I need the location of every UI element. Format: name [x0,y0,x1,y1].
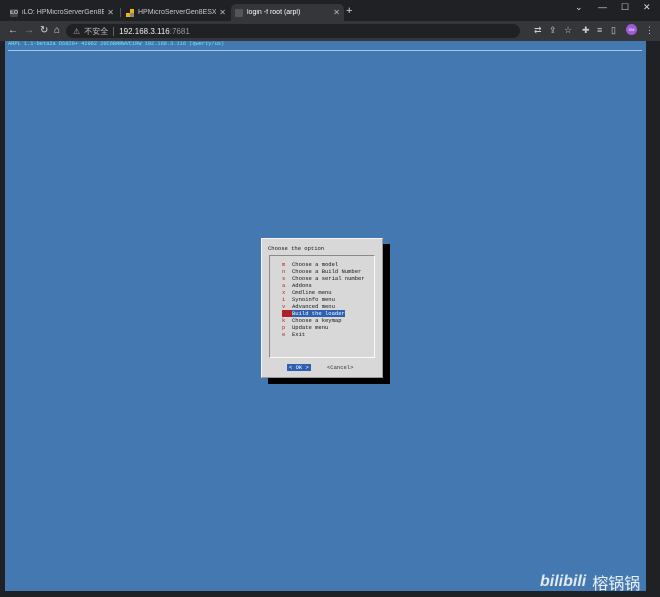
menu-item-serial[interactable]: s Choose a serial number [282,275,365,282]
terminal-status-line: ARPL 1.1-beta2a DS920+ 42962 20C6BNRWVC1… [8,41,225,47]
watermark: bilibili 榕锅锅 [540,570,658,594]
side-panel-icon[interactable]: ▯ [611,25,616,36]
cancel-button[interactable]: <Cancel> [327,364,353,371]
hotkey: m [282,261,286,268]
hotkey: k [282,317,286,324]
watermark-author: 榕锅锅 [592,576,641,593]
back-icon[interactable]: ← [8,25,18,37]
menu-item-model[interactable]: m Choose a model [282,261,338,268]
hotkey: p [282,324,286,331]
menu-list: m Choose a model n Choose a Build Number s… [269,255,375,358]
extensions-icon[interactable]: ✚ [582,25,590,36]
menu-label: Advanced menu [292,303,335,310]
menu-label: Exit [292,331,306,338]
bilibili-logo: bilibili [540,573,587,590]
bookmark-star-icon[interactable]: ☆ [564,25,572,36]
close-icon[interactable]: ✕ [219,8,226,17]
menu-label: Choose a model [292,261,339,268]
tab-title: iLO: HPMicroServerGen8ESXi [22,9,105,16]
reading-list-icon[interactable]: ≡ [597,25,602,35]
menu-label: Choose a keymap [292,317,342,324]
hotkey: n [282,268,286,275]
close-icon[interactable]: ✕ [107,8,114,17]
tab-terminal[interactable]: login -f root (arpl) ✕ [231,4,344,21]
menu-label: Choose a serial number [292,275,365,282]
ilo-favicon: iLO [10,8,18,17]
menu-item-update[interactable]: p Update menu [282,324,328,331]
hotkey: a [282,282,286,289]
avatar[interactable]: SM [626,24,637,35]
hotkey: e [282,331,286,338]
hotkey: s [282,275,286,282]
security-label: 不安全 [84,26,109,36]
reload-icon[interactable]: ↻ [40,25,48,37]
menu-item-build-number[interactable]: n Choose a Build Number [282,268,361,275]
divider [113,26,115,36]
menu-item-synoinfo[interactable]: i Synoinfo menu [282,296,335,303]
window-close-icon[interactable]: ✕ [643,2,651,13]
address-bar[interactable]: ⚠ 不安全 192.168.3.116:7681 [66,24,520,38]
menu-item-build-loader[interactable]: d Build the loader [282,310,345,317]
home-icon[interactable]: ⌂ [54,25,60,37]
menu-item-cmdline[interactable]: x Cmdline menu [282,289,332,296]
tab-separator [120,8,121,17]
url-host: 192.168.3.116 [119,26,170,36]
tab-title: login -f root (arpl) [247,9,301,16]
minimize-icon[interactable]: — [598,2,607,12]
ok-button[interactable]: < OK > [287,364,311,371]
menu-label: Update menu [292,324,329,331]
menu-icon[interactable]: ⋮ [645,25,654,36]
tab-ilo[interactable]: iLO iLO: HPMicroServerGen8ESXi ✕ [6,4,118,21]
menu-label: Choose a Build Number [292,268,362,275]
toolbar: ← → ↻ ⌂ ⚠ 不安全 192.168.3.116:7681 [0,21,660,41]
dialog-title: Choose the option [268,245,325,252]
new-tab-button[interactable]: + [346,5,352,17]
url-port: :7681 [169,26,190,36]
translate-icon[interactable]: ⇄ [534,25,542,36]
hotkey: x [282,289,286,296]
menu-item-keymap[interactable]: k Choose a keymap [282,317,342,324]
menu-item-addons[interactable]: a Addons [282,282,312,289]
menu-label: Cmdline menu [292,289,332,296]
hotkey: i [282,296,286,303]
hotkey: d [282,310,292,317]
menu-label: Addons [292,282,312,289]
tab-strip: iLO iLO: HPMicroServerGen8ESXi ✕ HPMicro… [0,0,660,21]
tab-search-icon[interactable]: ⌄ [575,2,583,13]
hotkey: v [282,303,286,310]
forward-icon[interactable]: → [24,25,34,37]
terminal-icon [235,8,243,17]
option-dialog: Choose the option m Choose a model n Choos… [261,238,383,378]
close-icon[interactable]: ✕ [333,8,340,17]
menu-item-exit[interactable]: e Exit [282,331,305,338]
menu-label: Synoinfo menu [292,296,335,303]
tab-title: HPMicroServerGen8ESXi - VM [138,9,217,16]
vm-icon [126,8,134,17]
share-icon[interactable]: ⇪ [549,25,557,36]
menu-label: Build the loader [292,310,345,317]
menu-item-advanced[interactable]: v Advanced menu [282,303,335,310]
warning-icon: ⚠ [73,26,81,36]
terminal-divider [8,50,642,51]
tab-vm[interactable]: HPMicroServerGen8ESXi - VM ✕ [122,4,230,21]
maximize-icon[interactable]: ☐ [621,2,629,13]
